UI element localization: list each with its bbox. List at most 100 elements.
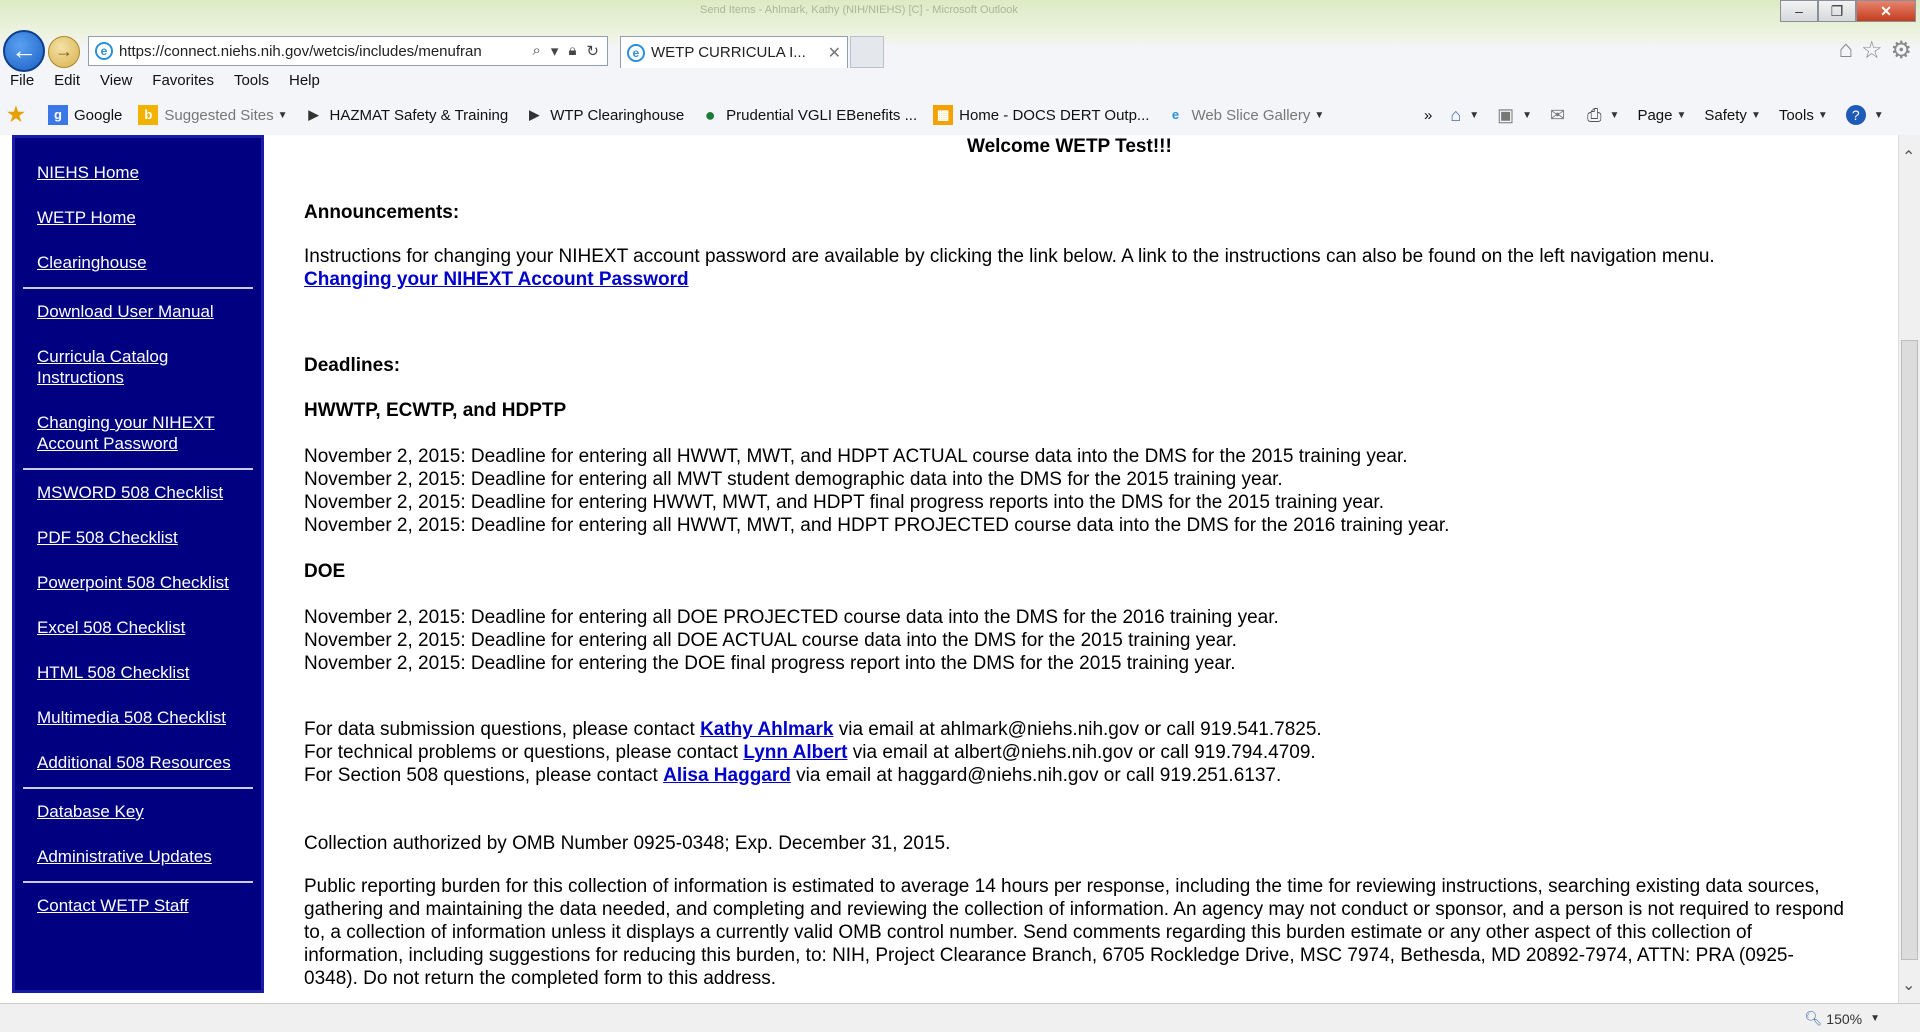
scroll-up-icon[interactable]: ⌃ <box>1902 147 1915 167</box>
nav-administrative-updates[interactable]: Administrative Updates <box>15 846 261 867</box>
nav-pdf-508-checklist[interactable]: PDF 508 Checklist <box>15 527 261 548</box>
nav-changing-password[interactable]: Changing your NIHEXT Account Password <box>15 412 235 454</box>
doe-deadline-list: November 2, 2015: Deadline for entering … <box>304 606 1279 675</box>
restore-button[interactable]: ❐ <box>1818 0 1856 22</box>
list-item: November 2, 2015: Deadline for entering … <box>304 492 1384 513</box>
menu-file[interactable]: File <box>10 72 34 94</box>
nav-divider <box>23 787 253 789</box>
dropdown-icon[interactable]: ▾ <box>551 42 559 60</box>
nav-contact-wetp-staff[interactable]: Contact WETP Staff <box>15 895 261 916</box>
bookmark-icon: ▶ <box>308 107 319 122</box>
fav-prudential[interactable]: ● Prudential VGLI EBenefits ... <box>700 105 917 125</box>
nav-html-508-checklist[interactable]: HTML 508 Checklist <box>15 662 261 683</box>
nav-clearinghouse[interactable]: Clearinghouse <box>15 252 261 273</box>
vertical-scrollbar[interactable]: ⌃ ⌄ <box>1898 135 1920 1003</box>
tools-menu[interactable]: Tools ▼ <box>1779 107 1828 124</box>
help-command[interactable]: ? ▼ <box>1845 105 1884 125</box>
menu-help[interactable]: Help <box>289 72 320 94</box>
fav-suggested-sites[interactable]: b Suggested Sites ▼ <box>138 105 288 125</box>
change-password-link[interactable]: Changing your NIHEXT Account Password <box>304 269 689 290</box>
new-tab-button[interactable] <box>850 36 884 68</box>
menu-edit[interactable]: Edit <box>54 72 80 94</box>
favorites-star-icon[interactable]: ★ <box>6 105 32 125</box>
nav-download-user-manual[interactable]: Download User Manual <box>15 301 261 322</box>
tab-title: WETP CURRICULA I... <box>651 44 806 61</box>
left-navigation: NIEHS Home WETP Home Clearinghouse Downl… <box>12 135 264 993</box>
nav-niehs-home[interactable]: NIEHS Home <box>15 162 261 183</box>
fav-hazmat[interactable]: ▶ HAZMAT Safety & Training <box>304 105 509 125</box>
contact-alisa-haggard-link[interactable]: Alisa Haggard <box>663 765 791 786</box>
print-command[interactable]: ⎙ ▼ <box>1587 105 1619 126</box>
star-icon[interactable]: ☆ <box>1861 36 1883 65</box>
list-item: November 2, 2015: Deadline for entering … <box>304 446 1408 467</box>
nav-curricula-catalog-instructions[interactable]: Curricula Catalog Instructions <box>15 346 195 388</box>
fav-google[interactable]: g Google <box>48 105 122 125</box>
nav-msword-508-checklist[interactable]: MSWORD 508 Checklist <box>15 482 261 503</box>
browser-chrome: Send Items - Ahlmark, Kathy (NIH/NIEHS) … <box>0 0 1920 135</box>
page-content: NIEHS Home WETP Home Clearinghouse Downl… <box>0 135 1898 1003</box>
forward-button[interactable]: → <box>48 36 80 68</box>
command-bar: » ⌂ ▼ ▣ ▼ ✉ ⎙ ▼ Page ▼ Safety ▼ Tools ▼ ? ▼ <box>1424 100 1920 130</box>
bookmark-icon: ▶ <box>529 107 540 122</box>
zoom-level: 150% <box>1826 1010 1863 1027</box>
nav-powerpoint-508-checklist[interactable]: Powerpoint 508 Checklist <box>15 572 261 593</box>
minimize-button[interactable]: – <box>1780 0 1818 22</box>
close-button[interactable]: ✕ <box>1856 0 1916 22</box>
gear-icon[interactable]: ⚙ <box>1890 36 1912 65</box>
ie-icon: e <box>95 42 113 60</box>
scroll-down-icon[interactable]: ⌄ <box>1902 975 1915 995</box>
back-button[interactable]: ← <box>3 30 45 72</box>
contacts-block: For data submission questions, please co… <box>304 718 1322 787</box>
list-item: November 2, 2015: Deadline for entering … <box>304 469 1283 490</box>
chevron-icon[interactable]: » <box>1424 107 1432 124</box>
fav-wtp-clearinghouse[interactable]: ▶ WTP Clearinghouse <box>524 105 684 125</box>
print-icon: ⎙ <box>1587 104 1602 125</box>
welcome-heading: Welcome WETP Test!!! <box>967 136 1172 157</box>
nav-divider <box>23 287 253 289</box>
close-tab-icon[interactable]: ✕ <box>828 43 841 63</box>
nav-divider <box>23 881 253 883</box>
zoom-control[interactable]: 🔍︎ 150% ▼ <box>1805 1010 1881 1027</box>
home-icon: ⌂ <box>1450 104 1462 125</box>
refresh-icon[interactable]: ↻ <box>586 42 599 60</box>
scrollbar-thumb[interactable] <box>1901 340 1918 960</box>
feeds-command[interactable]: ▣ ▼ <box>1497 105 1532 126</box>
ie-icon: e <box>627 43 645 62</box>
tab-wetp-curricula[interactable]: e WETP CURRICULA I... ✕ <box>620 36 848 68</box>
contact-line: For data submission questions, please co… <box>304 719 1322 740</box>
nav-database-key[interactable]: Database Key <box>15 801 261 822</box>
home-icon[interactable]: ⌂ <box>1838 36 1853 65</box>
contact-line: For technical problems or questions, ple… <box>304 742 1316 763</box>
address-bar[interactable]: e https://connect.niehs.nih.gov/wetcis/i… <box>88 36 608 66</box>
menu-tools[interactable]: Tools <box>234 72 269 94</box>
window-controls: – ❐ ✕ <box>1780 0 1916 22</box>
menu-favorites[interactable]: Favorites <box>152 72 214 94</box>
nav-additional-508-resources[interactable]: Additional 508 Resources <box>15 752 261 773</box>
nav-divider <box>23 468 253 470</box>
contact-kathy-ahlmark-link[interactable]: Kathy Ahlmark <box>700 719 833 740</box>
safety-menu[interactable]: Safety ▼ <box>1704 107 1760 124</box>
page-menu[interactable]: Page ▼ <box>1637 107 1686 124</box>
nav-wetp-home[interactable]: WETP Home <box>15 207 261 228</box>
window-title: Send Items - Ahlmark, Kathy (NIH/NIEHS) … <box>700 4 1018 16</box>
fav-docs-dert[interactable]: ▦ Home - DOCS DERT Outp... <box>933 105 1149 125</box>
home-command[interactable]: ⌂ ▼ <box>1450 105 1479 126</box>
address-url[interactable]: https://connect.niehs.nih.gov/wetcis/inc… <box>119 43 525 60</box>
nav-multimedia-508-checklist[interactable]: Multimedia 508 Checklist <box>15 707 261 728</box>
nav-excel-508-checklist[interactable]: Excel 508 Checklist <box>15 617 261 638</box>
doe-heading: DOE <box>304 561 346 582</box>
list-item: November 2, 2015: Deadline for entering … <box>304 630 1237 651</box>
list-item: November 2, 2015: Deadline for entering … <box>304 515 1450 536</box>
announcement-text: Instructions for changing your NIHEXT ac… <box>304 246 1715 267</box>
list-item: November 2, 2015: Deadline for entering … <box>304 607 1279 628</box>
zoom-icon: 🔍︎ <box>1804 1010 1823 1026</box>
lock-icon[interactable]: 🔒︎ <box>568 42 576 60</box>
search-icon[interactable]: ⌕ <box>533 42 541 60</box>
contact-lynn-albert-link[interactable]: Lynn Albert <box>743 742 847 763</box>
globe-icon: ● <box>704 105 716 125</box>
mail-command[interactable]: ✉ <box>1550 105 1569 126</box>
fav-web-slice-gallery[interactable]: e Web Slice Gallery ▼ <box>1165 105 1324 125</box>
menu-bar: File Edit View Favorites Tools Help <box>0 72 1920 94</box>
menu-view[interactable]: View <box>100 72 132 94</box>
web-slice-icon: e <box>1171 107 1180 122</box>
